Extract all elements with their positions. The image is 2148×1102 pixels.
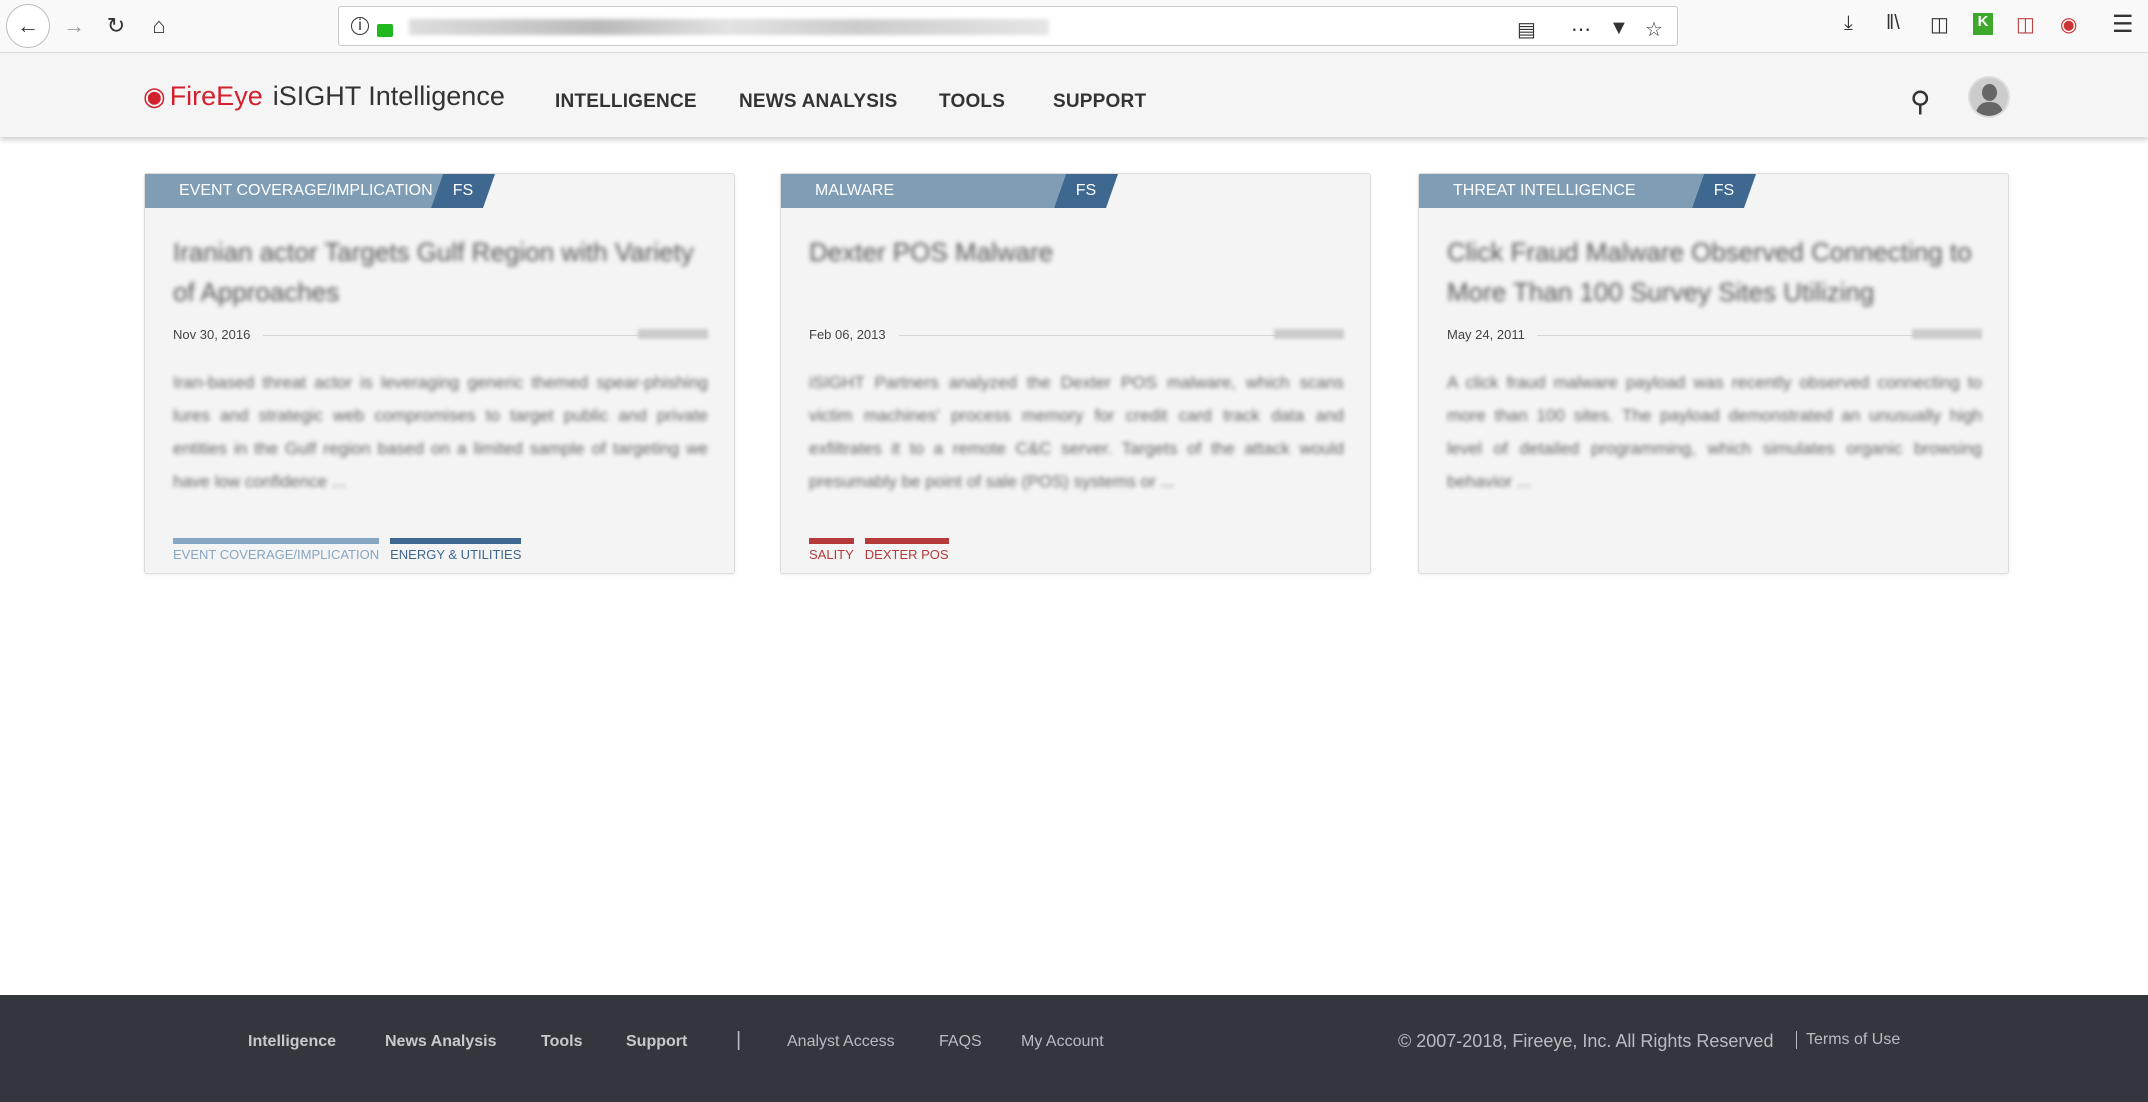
footer-link-tools[interactable]: Tools [541, 1033, 582, 1051]
home-icon[interactable]: ⌂ [141, 8, 177, 44]
category-label: EVENT COVERAGE/IMPLICATION [145, 174, 443, 208]
star-icon[interactable]: ☆ [1645, 17, 1663, 42]
tag-list: EVENT COVERAGE/IMPLICATION ENERGY & UTILI… [173, 538, 522, 562]
card-title[interactable]: Dexter POS Malware [809, 232, 1349, 272]
card-date: Nov 30, 2016 [173, 327, 251, 342]
card-date: May 24, 2011 [1447, 327, 1525, 342]
category-label: THREAT INTELLIGENCE [1419, 174, 1704, 208]
footer-link-faqs[interactable]: FAQS [939, 1033, 982, 1051]
reload-icon[interactable]: ↻ [98, 8, 134, 44]
library-icon[interactable]: ‖\ [1886, 12, 1900, 35]
footer-separator: | [736, 1029, 742, 1051]
footer: Intelligence News Analysis Tools Support… [0, 995, 2148, 1102]
card-date: Feb 06, 2013 [809, 327, 886, 342]
divider [899, 335, 1290, 336]
footer-link-support[interactable]: Support [626, 1033, 687, 1051]
footer-link-news-analysis[interactable]: News Analysis [385, 1033, 496, 1051]
avatar[interactable] [1968, 76, 2010, 118]
forward-icon[interactable]: → [56, 8, 92, 44]
extension-icon[interactable]: K [1973, 13, 1993, 35]
menu-icon[interactable]: ☰ [2112, 10, 2134, 39]
lock-icon [377, 24, 393, 37]
nav-intelligence[interactable]: INTELLIGENCE [555, 91, 697, 113]
info-icon[interactable]: i [351, 17, 369, 35]
pocket-icon[interactable]: ▼ [1609, 17, 1629, 40]
footer-link-my-account[interactable]: My Account [1021, 1033, 1104, 1051]
report-card[interactable]: THREAT INTELLIGENCE FS Click Fraud Malwa… [1418, 173, 2009, 574]
logo-brand: FireEye [169, 81, 263, 111]
eye-flame-icon: ◉ [143, 81, 166, 111]
fireeye-extension-icon[interactable]: ◉ [2060, 12, 2077, 37]
report-id [1274, 329, 1344, 339]
card-summary: Iran-based threat actor is leveraging ge… [173, 373, 708, 491]
copyright: © 2007-2018, Fireeye, Inc. All Rights Re… [1398, 1031, 1774, 1051]
card-title[interactable]: Iranian actor Targets Gulf Region with V… [173, 232, 713, 312]
divider [1537, 335, 1928, 336]
footer-link-analyst-access[interactable]: Analyst Access [787, 1033, 895, 1051]
browser-toolbar: ← → ↻ ⌂ i ▤ ⋯ ▼ ☆ ⤓ ‖\ ◫ K ◫ ◉ ☰ [0, 0, 2148, 53]
report-id [1912, 329, 1982, 339]
logo[interactable]: ◉ FireEye iSIGHT Intelligence [143, 81, 505, 112]
category-label: MALWARE [781, 174, 1066, 208]
tag[interactable]: EVENT COVERAGE/IMPLICATION [173, 538, 380, 562]
pdf-icon[interactable]: ◫ [2016, 12, 2035, 37]
divider [263, 335, 654, 336]
more-icon[interactable]: ⋯ [1571, 17, 1591, 42]
nav-tools[interactable]: TOOLS [939, 91, 1005, 113]
reader-icon[interactable]: ▤ [1517, 17, 1536, 42]
tag[interactable]: DEXTER POS [864, 538, 949, 562]
report-id [638, 329, 708, 339]
card-summary: A click fraud malware payload was recent… [1447, 373, 1982, 491]
report-card[interactable]: EVENT COVERAGE/IMPLICATION FS Iranian ac… [144, 173, 735, 574]
search-icon[interactable]: ⚲ [1910, 85, 1931, 118]
sidebar-icon[interactable]: ◫ [1930, 12, 1949, 37]
logo-product: iSIGHT Intelligence [272, 81, 505, 111]
tag[interactable]: ENERGY & UTILITIES [390, 538, 522, 562]
card-summary: iSIGHT Partners analyzed the Dexter POS … [809, 373, 1344, 491]
download-icon[interactable]: ⤓ [1844, 12, 1853, 35]
url-text [409, 19, 1049, 35]
card-title[interactable]: Click Fraud Malware Observed Connecting … [1447, 232, 1987, 312]
footer-link-intelligence[interactable]: Intelligence [248, 1033, 336, 1051]
nav-news-analysis[interactable]: NEWS ANALYSIS [739, 91, 898, 113]
tag[interactable]: SALITY [809, 538, 854, 562]
back-icon[interactable]: ← [6, 4, 50, 48]
site-header: ◉ FireEye iSIGHT Intelligence INTELLIGEN… [0, 53, 2148, 137]
report-card[interactable]: MALWARE FS Dexter POS Malware Feb 06, 20… [780, 173, 1371, 574]
footer-link-terms[interactable]: Terms of Use [1796, 1031, 1900, 1049]
nav-support[interactable]: SUPPORT [1053, 91, 1146, 113]
url-bar[interactable]: i ▤ ⋯ ▼ ☆ [338, 6, 1678, 46]
tag-list: SALITY DEXTER POS [809, 538, 949, 562]
